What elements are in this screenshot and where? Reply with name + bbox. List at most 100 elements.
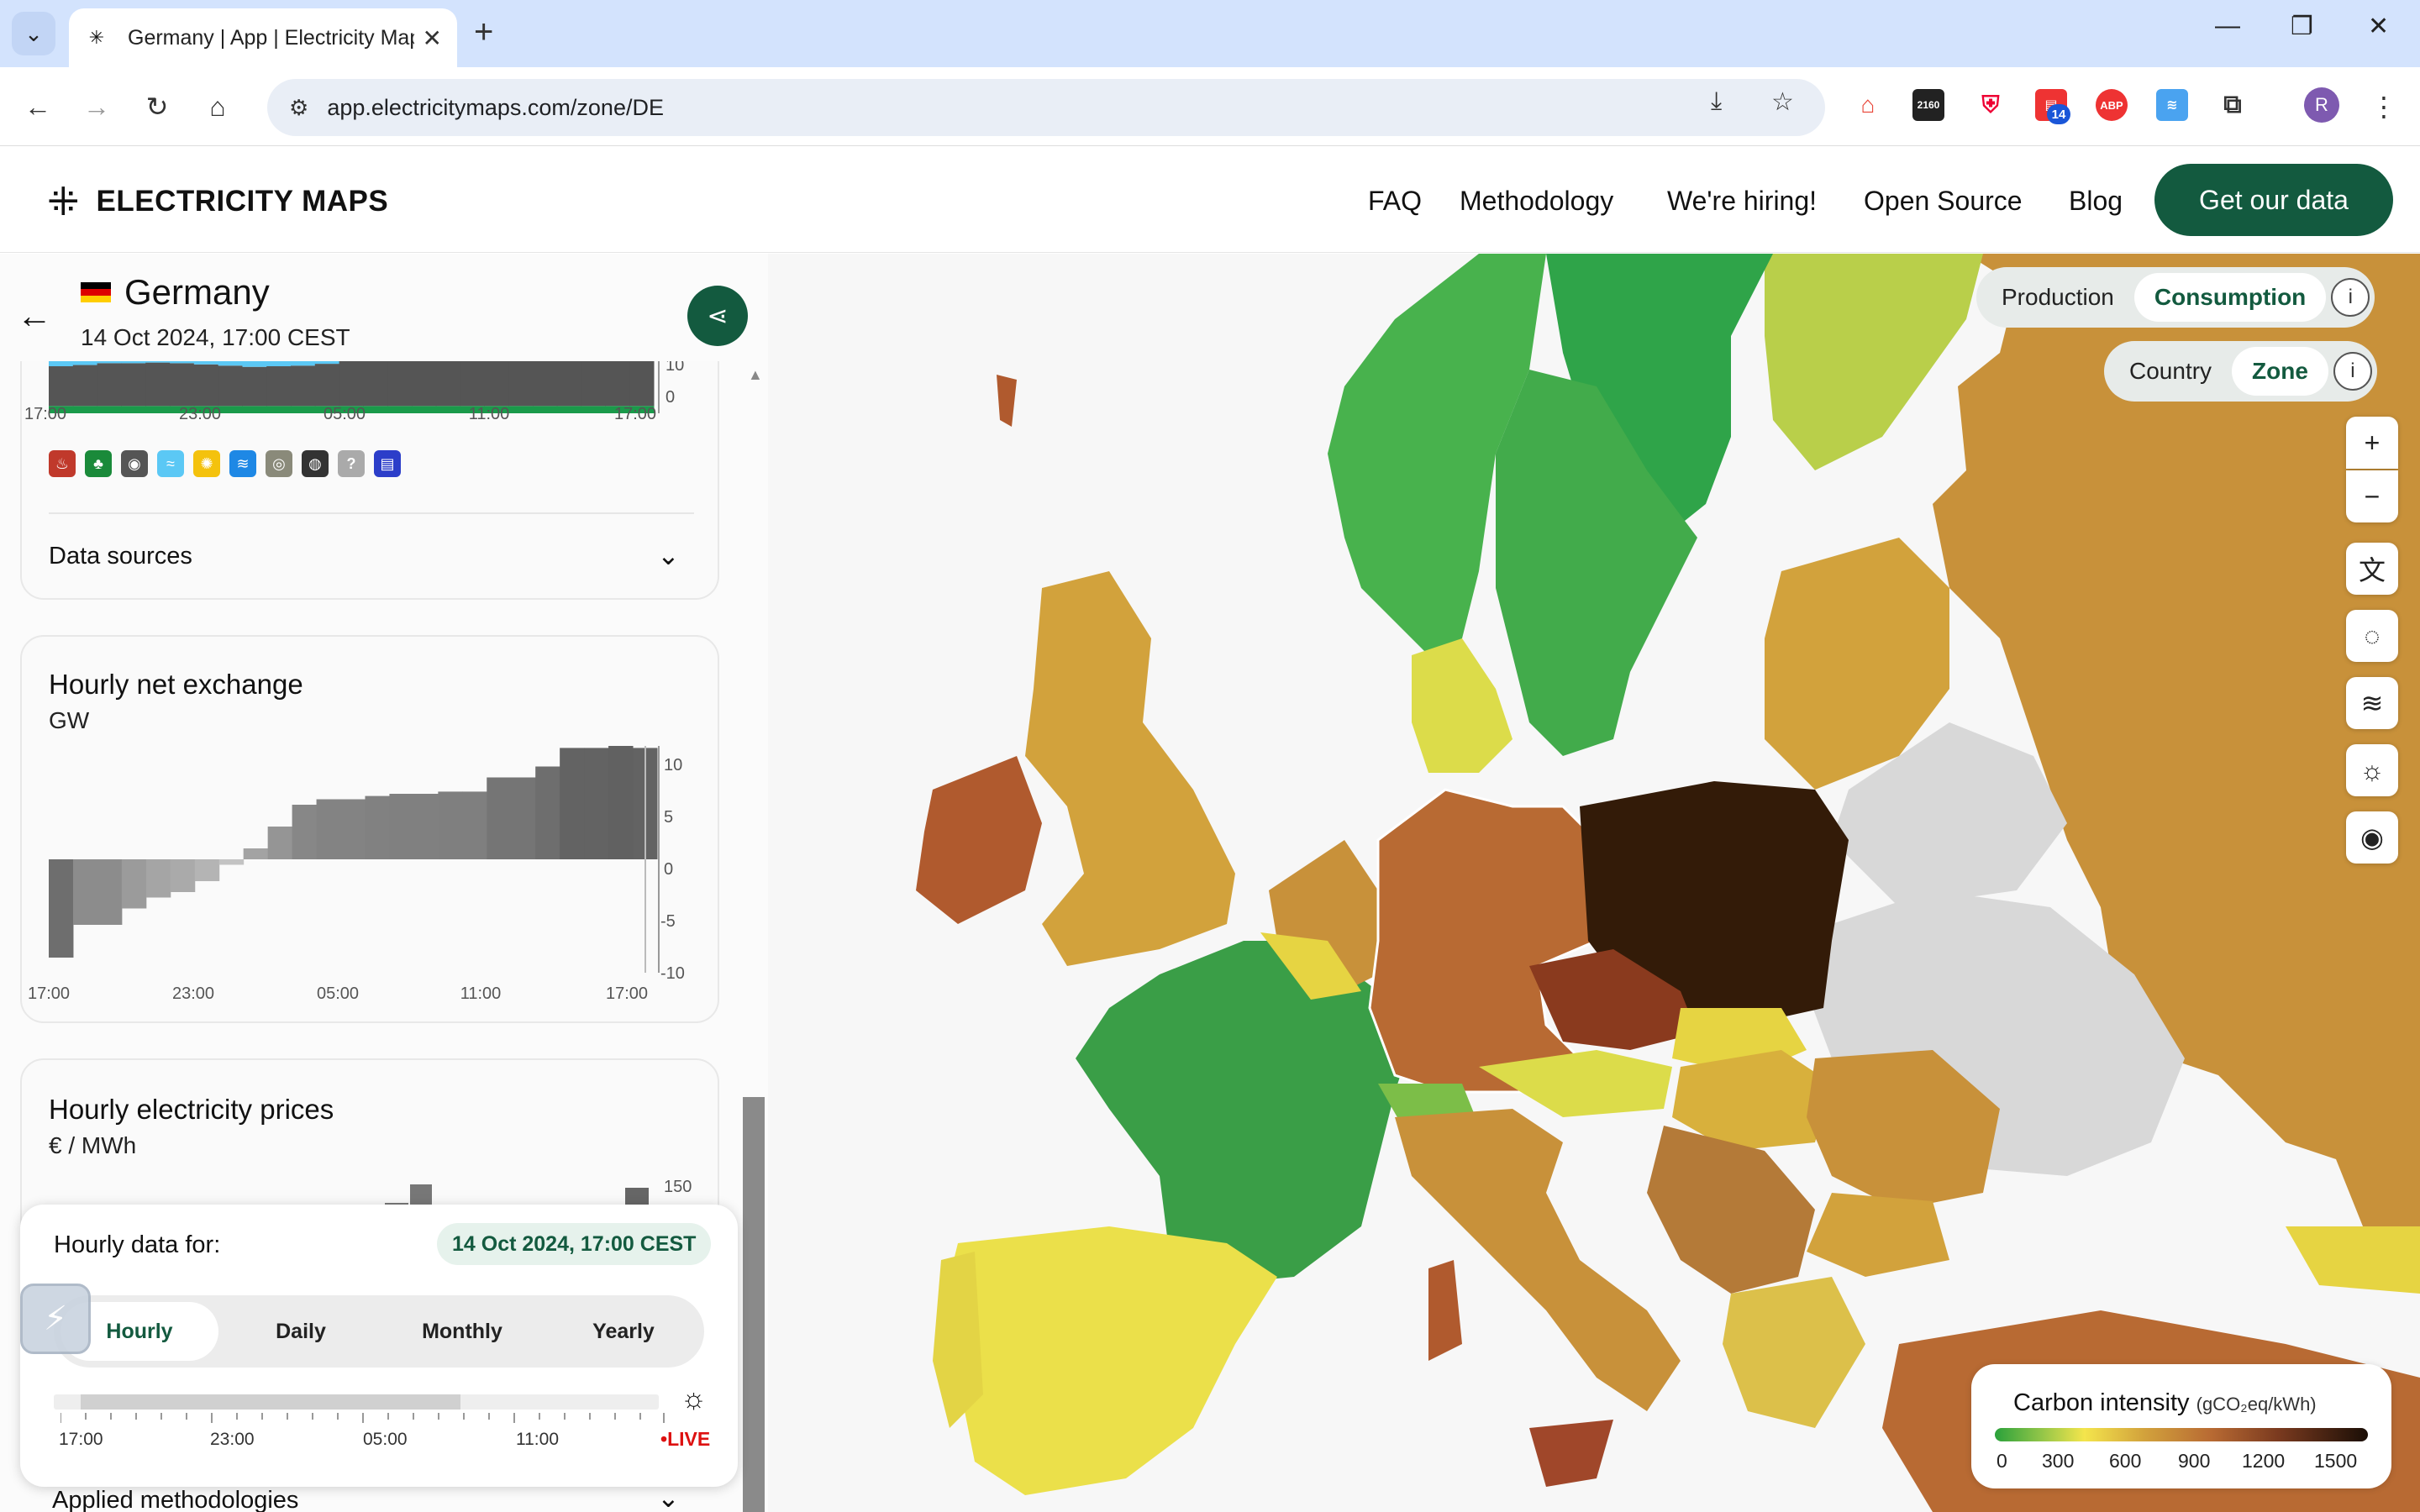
toggle-country[interactable]: Country xyxy=(2109,347,2232,396)
europe-map[interactable] xyxy=(768,254,2420,1512)
toggle-zone[interactable]: Zone xyxy=(2232,347,2328,396)
close-window-icon[interactable]: ✕ xyxy=(2368,12,2389,41)
extension-2160-icon[interactable]: 2160 xyxy=(1912,89,1944,121)
nav-faq[interactable]: FAQ xyxy=(1368,186,1422,217)
exchange-bar[interactable] xyxy=(365,795,390,859)
sun-icon[interactable]: ☼ xyxy=(681,1383,707,1415)
language-button[interactable]: 文 xyxy=(2346,543,2398,595)
slider-ticks xyxy=(60,1413,665,1423)
extension-google-icon[interactable]: ⌂ xyxy=(1852,89,1884,121)
unknown-icon[interactable]: ? xyxy=(338,450,365,477)
back-arrow-icon[interactable]: ← xyxy=(17,296,52,336)
exchange-bar[interactable] xyxy=(243,848,269,859)
colorblind-toggle-button[interactable]: ◌ xyxy=(2346,610,2398,662)
solar-layer-button[interactable]: ☼ xyxy=(2346,744,2398,796)
floating-app-icon[interactable]: ⚡ xyxy=(20,1284,91,1354)
exchange-bar[interactable] xyxy=(413,794,439,859)
new-tab-icon[interactable]: + xyxy=(474,13,493,51)
exchange-bar[interactable] xyxy=(511,777,536,860)
close-tab-icon[interactable]: ✕ xyxy=(423,24,442,52)
exchange-bar[interactable] xyxy=(194,859,220,881)
net-exchange-chart[interactable] xyxy=(49,746,671,973)
extensions-puzzle-icon[interactable]: ⧉ xyxy=(2217,89,2249,121)
exchange-bar[interactable] xyxy=(97,859,123,925)
nuclear-icon[interactable]: ◎ xyxy=(266,450,292,477)
reload-icon[interactable]: ↻ xyxy=(138,87,176,126)
extension-shield-icon[interactable]: ⛨ xyxy=(1975,89,2007,121)
oil-icon[interactable]: ◍ xyxy=(302,450,329,477)
color-palette-button[interactable]: ◉ xyxy=(2346,811,2398,864)
nav-methodology[interactable]: Methodology xyxy=(1460,186,1613,217)
browser-tab-active[interactable]: ✳ Germany | App | Electricity Map ✕ xyxy=(69,8,457,67)
forward-icon[interactable]: → xyxy=(77,87,116,126)
site-settings-icon[interactable]: ⚙ xyxy=(289,95,308,121)
data-sources-label[interactable]: Data sources xyxy=(49,543,192,570)
applied-methodologies-label[interactable]: Applied methodologies xyxy=(52,1487,298,1512)
address-bar[interactable]: ⚙ app.electricitymaps.com/zone/DE ⤓ ☆ xyxy=(267,79,1825,136)
exchange-bar[interactable] xyxy=(584,748,609,859)
exchange-bar[interactable] xyxy=(145,859,171,898)
home-icon[interactable]: ⌂ xyxy=(198,87,237,126)
chevron-down-icon[interactable]: ⌄ xyxy=(657,539,680,571)
exchange-bar[interactable] xyxy=(267,827,293,859)
scroll-up-arrow-icon[interactable]: ▲ xyxy=(748,366,763,384)
bookmark-star-icon[interactable]: ☆ xyxy=(1771,87,1794,117)
time-slider[interactable] xyxy=(54,1394,659,1410)
tab-yearly[interactable]: Yearly xyxy=(544,1302,702,1361)
zoom-in-button[interactable]: + xyxy=(2346,417,2398,469)
exchange-bar[interactable] xyxy=(560,748,585,859)
tab-daily[interactable]: Daily xyxy=(222,1302,380,1361)
wind-icon[interactable]: ≈ xyxy=(157,450,184,477)
nav-blog[interactable]: Blog xyxy=(2069,186,2123,217)
exchange-bar[interactable] xyxy=(218,859,245,865)
brand[interactable]: ⁜ ELECTRICITY MAPS xyxy=(47,179,388,224)
chevron-down-icon[interactable]: ⌄ xyxy=(657,1482,680,1512)
exchange-bar[interactable] xyxy=(487,777,512,860)
renewable-area xyxy=(581,406,606,413)
exchange-bar[interactable] xyxy=(462,791,487,859)
battery-icon[interactable]: ▤ xyxy=(374,450,401,477)
exchange-bar[interactable] xyxy=(170,859,196,892)
url-text[interactable]: app.electricitymaps.com/zone/DE xyxy=(327,95,664,121)
get-data-button[interactable]: Get our data xyxy=(2154,164,2393,236)
install-app-icon[interactable]: ⤓ xyxy=(1711,87,1722,116)
zoom-out-button[interactable]: − xyxy=(2346,470,2398,522)
renewable-area xyxy=(387,406,413,413)
exchange-bar[interactable] xyxy=(340,799,366,860)
exchange-bar[interactable] xyxy=(49,859,74,958)
extension-adblock-icon[interactable]: ABP xyxy=(2096,89,2128,121)
exchange-bar[interactable] xyxy=(316,799,342,860)
toggle-production[interactable]: Production xyxy=(1981,273,2134,322)
panel-scrollbar-thumb[interactable] xyxy=(743,1097,765,1512)
wind-layer-button[interactable]: ≋ xyxy=(2346,677,2398,729)
tab-search-button[interactable]: ⌄ xyxy=(12,12,55,55)
share-button[interactable]: ⋖ xyxy=(687,286,748,346)
exchange-bar[interactable] xyxy=(535,766,560,860)
restore-icon[interactable]: ❐ xyxy=(2291,12,2313,41)
exchange-bar[interactable] xyxy=(389,794,414,859)
info-icon[interactable]: i xyxy=(2333,352,2372,391)
exchange-bar[interactable] xyxy=(292,805,318,859)
exchange-bar[interactable] xyxy=(608,746,634,859)
exchange-bar[interactable] xyxy=(72,859,98,925)
exchange-bar[interactable] xyxy=(438,791,463,859)
fossil-area xyxy=(49,366,74,407)
info-icon[interactable]: i xyxy=(2331,278,2370,317)
toggle-consumption[interactable]: Consumption xyxy=(2133,273,2327,322)
carbon-map[interactable]: Production Consumption i Country Zone i xyxy=(768,254,2420,1512)
extension-translate-icon[interactable]: ≋ xyxy=(2156,89,2188,121)
biomass-icon[interactable]: ♨ xyxy=(49,450,76,477)
tab-monthly[interactable]: Monthly xyxy=(383,1302,541,1361)
browser-menu-icon[interactable]: ⋮ xyxy=(2365,87,2403,126)
hydro-icon[interactable]: ≋ xyxy=(229,450,256,477)
profile-avatar[interactable]: R xyxy=(2304,87,2339,123)
nav-hiring[interactable]: We're hiring! xyxy=(1667,186,1817,217)
back-icon[interactable]: ← xyxy=(18,87,57,126)
live-indicator[interactable]: •LIVE xyxy=(660,1428,710,1451)
exchange-bar[interactable] xyxy=(121,859,147,909)
geothermal-icon[interactable]: ♣ xyxy=(85,450,112,477)
minimize-icon[interactable]: — xyxy=(2215,12,2240,40)
coal-icon[interactable]: ◉ xyxy=(121,450,148,477)
nav-open-source[interactable]: Open Source xyxy=(1864,186,2023,217)
solar-icon[interactable]: ✺ xyxy=(193,450,220,477)
